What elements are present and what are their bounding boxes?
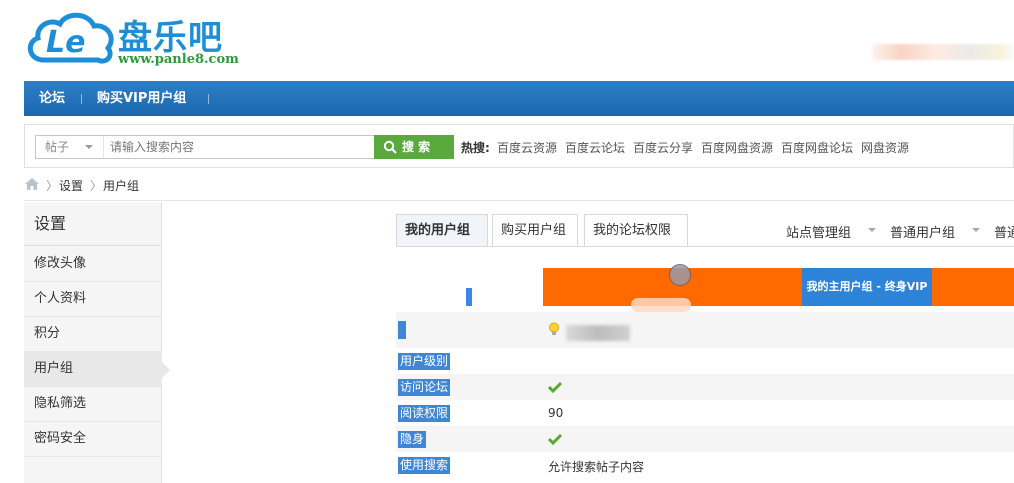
hot-link[interactable]: 百度云分享: [633, 139, 693, 156]
tabs-divider: [396, 246, 1014, 247]
group-link-more[interactable]: 普通: [994, 222, 1014, 241]
table-row: 访问论坛: [396, 374, 1014, 400]
row-value: 90: [548, 406, 564, 420]
chevron-down-icon: [972, 228, 980, 232]
group-link-normal[interactable]: 普通用户组: [890, 222, 955, 241]
breadcrumb-separator: 〉: [46, 179, 59, 193]
main-nav: 论坛 购买VIP用户组: [24, 81, 1014, 116]
table-row: 隐身: [396, 426, 1014, 452]
search-input[interactable]: [110, 136, 372, 158]
search-button[interactable]: 搜 索: [374, 135, 454, 159]
row-label-marker: [398, 321, 406, 339]
sidebar-title: 设置: [24, 202, 162, 246]
table-row: 使用搜索 允许搜索帖子内容: [396, 452, 1014, 478]
hot-link[interactable]: 百度云论坛: [565, 139, 625, 156]
search-type-label: 帖子: [45, 140, 70, 154]
breadcrumb-item-settings[interactable]: 设置: [59, 177, 83, 194]
chevron-down-icon: [868, 228, 876, 232]
sidebar-item-profile[interactable]: 个人资料: [24, 282, 162, 317]
search-box: 帖子: [35, 135, 375, 159]
table-row-group: [396, 312, 1014, 348]
hot-link[interactable]: 百度云资源: [497, 139, 557, 156]
nav-item-buy-vip[interactable]: 购买VIP用户组: [97, 81, 186, 116]
nav-item-forum[interactable]: 论坛: [39, 81, 65, 116]
mouse-cursor-icon: [669, 264, 691, 286]
search-bar: 帖子 搜 索 热搜: 百度云资源 百度云论坛 百度云分享 百度网盘资源 百度网盘…: [24, 124, 1014, 168]
check-icon: [548, 381, 562, 393]
row-label: 隐身: [398, 431, 427, 448]
check-icon: [548, 433, 562, 445]
user-info-blurred: [872, 44, 1014, 60]
nav-separator: [208, 94, 209, 104]
sidebar-item-usergroup[interactable]: 用户组: [24, 352, 170, 387]
group-name-blurred: [566, 325, 630, 341]
lightbulb-icon: [549, 322, 559, 335]
hot-link[interactable]: 网盘资源: [861, 139, 909, 156]
sidebar-item-avatar[interactable]: 修改头像: [24, 247, 162, 282]
usergroup-table: 我的主用户组 - 终身VIP 用户级别 访问论坛 阅读权限 90 隐身 使用搜索…: [396, 264, 1014, 483]
breadcrumb-separator: 〉: [90, 179, 103, 193]
chevron-down-icon: [85, 145, 93, 149]
hot-search-label: 热搜:: [461, 141, 490, 155]
site-header: Le 盘乐吧 www.panle8.com: [0, 0, 1014, 80]
home-icon[interactable]: [24, 177, 40, 191]
tab-my-usergroup[interactable]: 我的用户组: [396, 214, 488, 247]
brand-url: www.panle8.com: [118, 52, 239, 67]
row-label: 阅读权限: [398, 405, 451, 422]
tab-buy-usergroup[interactable]: 购买用户组: [492, 214, 578, 247]
settings-sidebar: 设置 修改头像 个人资料 积分 用户组 隐私筛选 密码安全: [24, 202, 170, 483]
table-row: 用户级别: [396, 348, 1014, 374]
row-value: 允许搜索帖子内容: [548, 460, 645, 474]
search-icon: [383, 140, 397, 154]
sidebar-item-password[interactable]: 密码安全: [24, 422, 162, 457]
row-label: 使用搜索: [398, 457, 451, 474]
site-logo[interactable]: Le 盘乐吧 www.panle8.com: [22, 6, 242, 70]
hot-link[interactable]: 百度网盘论坛: [781, 139, 853, 156]
sidebar-item-credits[interactable]: 积分: [24, 317, 162, 352]
hot-link[interactable]: 百度网盘资源: [701, 139, 773, 156]
sidebar-item-label: 用户组: [34, 361, 74, 376]
cloud-logo-icon: Le: [27, 12, 114, 64]
search-button-label: 搜 索: [402, 140, 431, 154]
selection-marker: [466, 288, 472, 306]
search-type-select[interactable]: 帖子: [36, 136, 104, 158]
row-label: 用户级别: [398, 353, 451, 370]
breadcrumb-item-usergroup: 用户组: [103, 179, 140, 193]
nav-separator: [81, 94, 82, 104]
group-header-bar: [543, 268, 1014, 306]
annotation-stroke: [631, 298, 691, 312]
active-arrow-icon: [162, 362, 170, 378]
group-link-admin[interactable]: 站点管理组: [786, 222, 851, 241]
logo-letters: Le: [46, 25, 85, 60]
row-label: 访问论坛: [398, 379, 451, 396]
tab-forum-permissions[interactable]: 我的论坛权限: [584, 214, 688, 247]
main-group-header: 我的主用户组 - 终身VIP: [802, 268, 932, 306]
divider: [24, 200, 1014, 201]
table-row: 阅读权限 90: [396, 400, 1014, 426]
sidebar-item-privacy[interactable]: 隐私筛选: [24, 387, 162, 422]
